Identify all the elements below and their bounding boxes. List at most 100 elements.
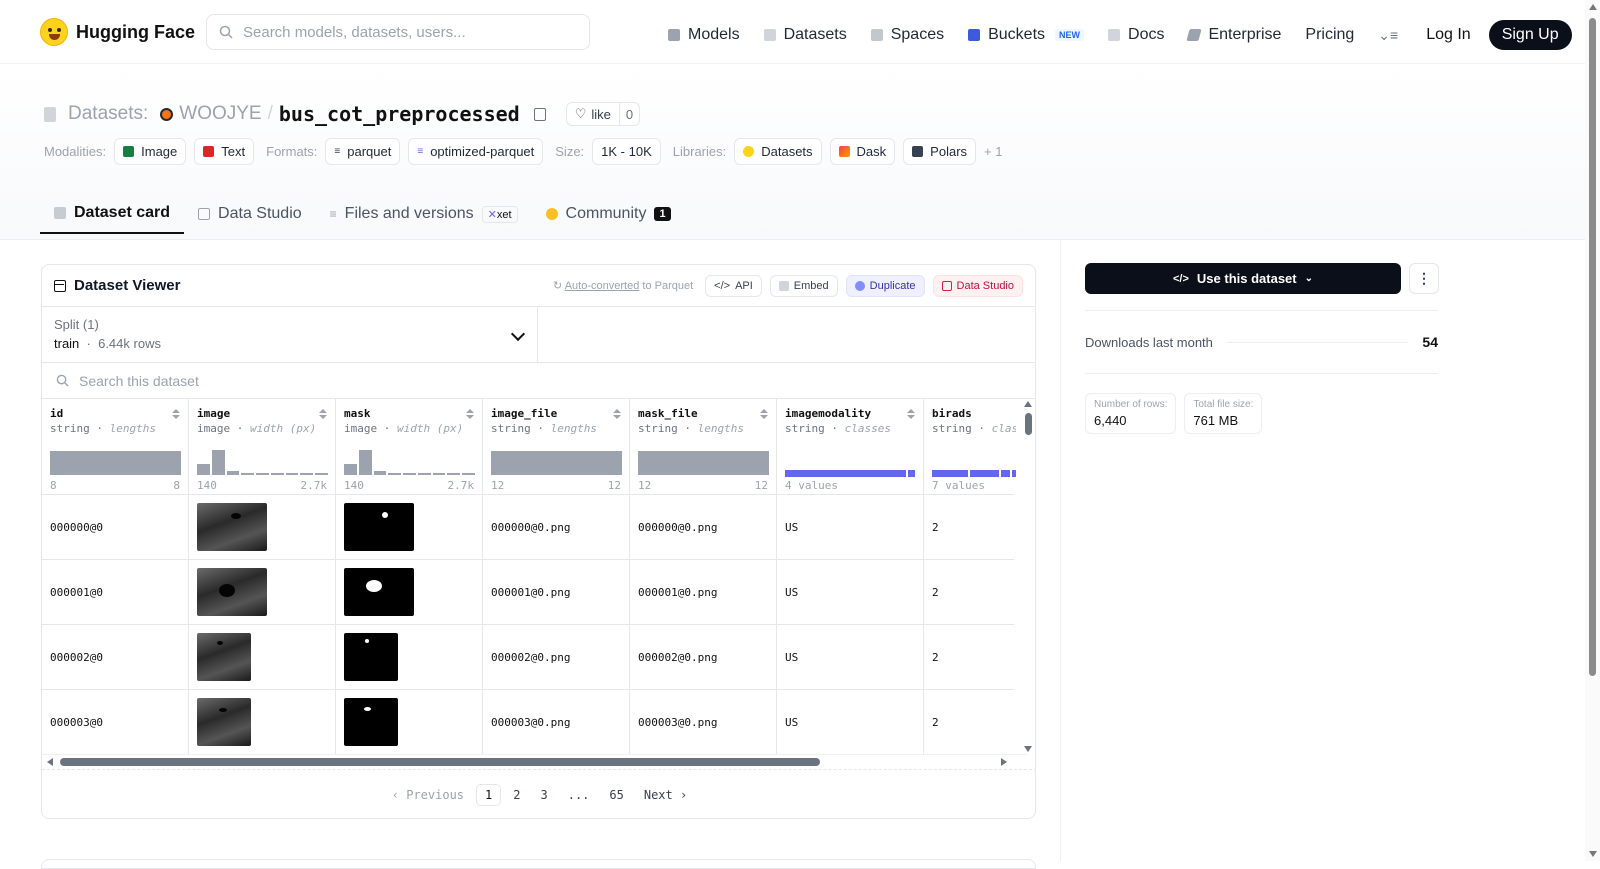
dataset-search-input[interactable] <box>79 372 479 389</box>
table-row[interactable]: 000002@0 000002@0.png 000002@0.png US 2 <box>42 625 1014 690</box>
more-menu-icon[interactable]: ⌄≡ <box>1378 27 1398 44</box>
tab-community[interactable]: Community 1 <box>532 194 685 234</box>
length-histogram[interactable] <box>50 451 181 475</box>
tag-parquet[interactable]: ≡ parquet <box>325 138 401 165</box>
histogram-bar[interactable] <box>417 473 431 475</box>
datasets-prefix[interactable]: Datasets: <box>68 103 148 125</box>
cell-image[interactable] <box>189 495 336 559</box>
mask-thumbnail[interactable] <box>344 633 398 681</box>
histogram-bar[interactable] <box>432 473 446 475</box>
width-histogram[interactable] <box>344 447 476 475</box>
nav-datasets[interactable]: Datasets <box>763 23 847 47</box>
cell-mask-file[interactable]: 000002@0.png <box>630 625 777 689</box>
auto-converted-link[interactable]: Auto-converted <box>565 280 640 292</box>
length-histogram[interactable] <box>638 451 769 475</box>
tab-data-studio[interactable]: Data Studio <box>184 194 316 234</box>
split-selector[interactable]: Split (1) train · 6.44k rows <box>42 307 538 362</box>
column-header-imagemodality[interactable]: imagemodality string · classes 4 values <box>777 399 924 494</box>
like-button[interactable]: ♡ like 0 <box>565 102 641 126</box>
histogram-bar[interactable] <box>241 473 255 475</box>
cell-birads[interactable]: 2 <box>924 690 1016 754</box>
cell-birads[interactable]: 2 <box>924 560 1016 624</box>
nav-enterprise[interactable]: Enterprise <box>1186 23 1281 47</box>
ultrasound-thumbnail[interactable] <box>197 503 267 551</box>
tag-optimized-parquet[interactable]: ≡ optimized-parquet <box>408 138 544 165</box>
copy-icon[interactable] <box>533 107 546 121</box>
nav-spaces[interactable]: Spaces <box>870 23 944 47</box>
cell-imagemodality[interactable]: US <box>777 560 924 624</box>
signup-button[interactable]: Sign Up <box>1488 20 1572 50</box>
histogram-bar[interactable] <box>300 473 314 475</box>
ultrasound-thumbnail[interactable] <box>197 698 251 746</box>
sort-icon[interactable] <box>907 409 915 421</box>
tab-files-and-versions[interactable]: ≡ Files and versions ✕xet <box>316 194 532 234</box>
embed-button[interactable]: Embed <box>769 274 838 297</box>
length-histogram[interactable] <box>491 451 622 475</box>
tab-dataset-card[interactable]: Dataset card <box>40 194 185 234</box>
cell-id[interactable]: 000002@0 <box>42 625 189 689</box>
cell-image-file[interactable]: 000001@0.png <box>483 560 630 624</box>
histogram-bar[interactable] <box>315 473 329 475</box>
histogram-bar[interactable] <box>270 473 284 475</box>
histogram-bar[interactable] <box>388 473 402 475</box>
class-segment[interactable] <box>970 470 999 477</box>
histogram-bar[interactable] <box>358 449 372 475</box>
scroll-right-arrow-icon[interactable] <box>1001 758 1007 766</box>
class-segment[interactable] <box>1011 470 1016 477</box>
histogram-bar[interactable] <box>226 470 240 475</box>
width-histogram[interactable] <box>197 447 329 475</box>
tag-dask[interactable]: Dask <box>829 138 896 165</box>
page-3[interactable]: 3 <box>532 785 555 805</box>
nav-pricing[interactable]: Pricing <box>1305 23 1354 47</box>
histogram-bar[interactable] <box>403 473 416 475</box>
repo-name[interactable]: bus_cot_preprocessed <box>279 102 520 126</box>
nav-buckets[interactable]: Buckets NEW <box>968 23 1085 47</box>
cell-id[interactable]: 000000@0 <box>42 495 189 559</box>
nav-docs[interactable]: Docs <box>1108 23 1164 47</box>
cell-mask[interactable] <box>336 560 483 624</box>
login-link[interactable]: Log In <box>1426 26 1470 44</box>
use-this-dataset-button[interactable]: </> Use this dataset ⌄ <box>1085 263 1401 294</box>
scroll-left-arrow-icon[interactable] <box>47 758 53 766</box>
table-row[interactable]: 000003@0 000003@0.png 000003@0.png US 2 <box>42 690 1014 755</box>
cell-mask[interactable] <box>336 495 483 559</box>
tag-polars[interactable]: Polars <box>903 138 977 165</box>
histogram-bar[interactable] <box>447 473 461 475</box>
previous-page[interactable]: ‹ Previous <box>384 785 472 805</box>
cell-birads[interactable]: 2 <box>924 495 1016 559</box>
class-distribution-bar[interactable] <box>932 470 1016 477</box>
table-row[interactable]: 000000@0 000000@0.png 000000@0.png US 2 <box>42 495 1014 560</box>
cell-image-file[interactable]: 000000@0.png <box>483 495 630 559</box>
duplicate-button[interactable]: Duplicate <box>845 274 925 297</box>
column-header-id[interactable]: id string · lengths 8 8 <box>42 399 189 494</box>
cell-image[interactable] <box>189 625 336 689</box>
table-row[interactable]: 000001@0 000001@0.png 000001@0.png US 2 <box>42 560 1014 625</box>
histogram-bar[interactable] <box>373 470 387 475</box>
tag-datasets-lib[interactable]: Datasets <box>734 138 822 165</box>
histogram-bar[interactable] <box>285 473 299 475</box>
scroll-thumb[interactable] <box>1025 413 1032 435</box>
sort-icon[interactable] <box>760 409 768 421</box>
brand-logo[interactable]: Hugging Face <box>40 18 195 46</box>
next-page[interactable]: Next › <box>636 785 695 805</box>
ultrasound-thumbnail[interactable] <box>197 568 267 616</box>
scroll-up-arrow-icon[interactable] <box>1589 4 1597 10</box>
page-65[interactable]: 65 <box>601 785 631 805</box>
cell-birads[interactable]: 2 <box>924 625 1016 689</box>
histogram-bar[interactable] <box>197 463 210 475</box>
sort-icon[interactable] <box>613 409 621 421</box>
column-header-mask[interactable]: mask image · width (px) 140 2.7k <box>336 399 483 494</box>
scroll-thumb[interactable] <box>1589 18 1596 676</box>
column-header-birads[interactable]: birads string · clas 7 values <box>924 399 1016 494</box>
cell-image-file[interactable]: 000003@0.png <box>483 690 630 754</box>
column-header-image-file[interactable]: image_file string · lengths 12 12 <box>483 399 630 494</box>
class-segment[interactable] <box>785 470 906 477</box>
sort-icon[interactable] <box>319 409 327 421</box>
page-scrollbar[interactable] <box>1585 0 1600 861</box>
column-header-mask-file[interactable]: mask_file string · lengths 12 12 <box>630 399 777 494</box>
sort-icon[interactable] <box>172 409 180 421</box>
global-search[interactable] <box>206 14 590 50</box>
class-segment[interactable] <box>1000 470 1010 477</box>
page-1[interactable]: 1 <box>476 783 502 806</box>
cell-mask-file[interactable]: 000000@0.png <box>630 495 777 559</box>
